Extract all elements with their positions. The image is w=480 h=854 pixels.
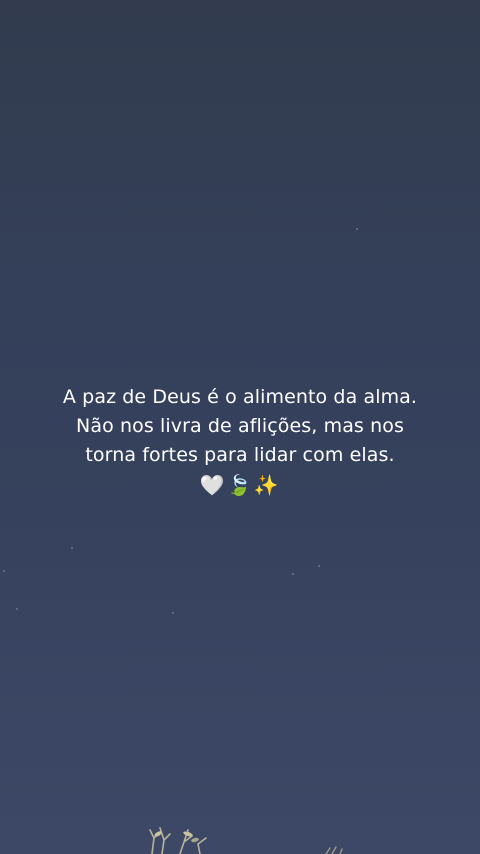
quote-line-3: torna fortes para lidar com elas. bbox=[85, 444, 395, 466]
star bbox=[356, 228, 358, 230]
emoji-row: 🤍🍃✨ bbox=[199, 473, 281, 497]
star bbox=[71, 547, 73, 549]
star bbox=[172, 612, 174, 614]
star bbox=[16, 608, 18, 610]
plant-silhouette-right bbox=[325, 846, 343, 854]
star bbox=[318, 565, 320, 567]
plant-silhouette bbox=[149, 827, 207, 854]
quote-text-block: A paz de Deus é o alimento da alma. Não … bbox=[20, 383, 460, 500]
quote-line-1: A paz de Deus é o alimento da alma. bbox=[62, 386, 418, 408]
star bbox=[292, 573, 294, 575]
quote-line-2: Não nos livra de aflições, mas nos bbox=[76, 415, 404, 437]
star bbox=[3, 570, 5, 572]
